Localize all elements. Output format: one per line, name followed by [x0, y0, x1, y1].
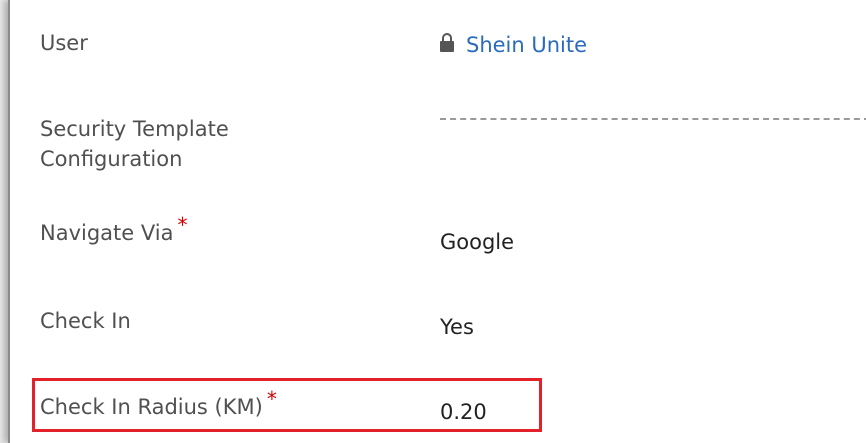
required-marker: * — [177, 213, 188, 237]
check-in-label: Check In — [40, 309, 131, 333]
user-label: User — [40, 31, 88, 55]
user-value: Shein Unite — [440, 30, 587, 60]
security-template-label-line1: Security Template — [40, 117, 229, 141]
form-panel: User Shein Unite Security Template Confi… — [8, 0, 866, 443]
highlight-box — [32, 378, 542, 432]
user-lookup-link[interactable]: Shein Unite — [466, 33, 587, 57]
navigate-via-label: Navigate Via * — [40, 213, 187, 248]
navigate-via-value[interactable]: Google — [440, 227, 514, 257]
navigate-via-label-text: Navigate Via — [40, 221, 174, 245]
check-in-value[interactable]: Yes — [440, 312, 474, 342]
lock-icon — [440, 33, 454, 53]
security-template-empty-field[interactable] — [440, 118, 866, 120]
security-template-label-line2: Configuration — [40, 147, 183, 171]
